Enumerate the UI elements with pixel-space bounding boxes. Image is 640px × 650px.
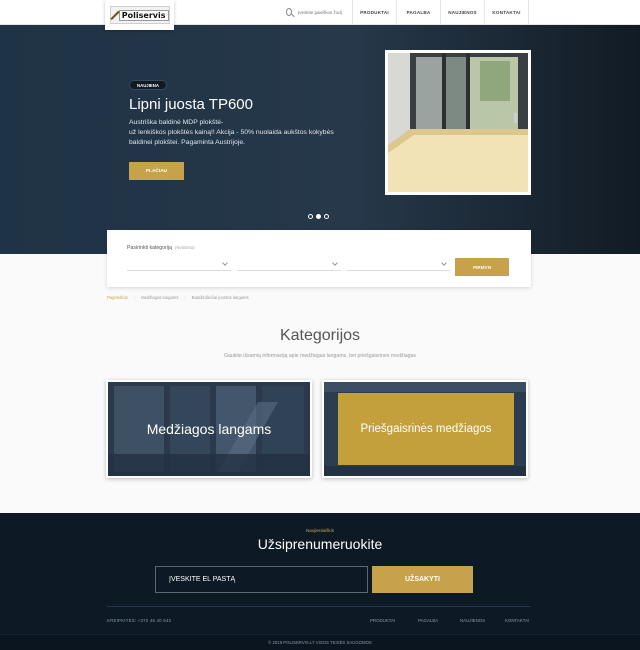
chevron-down-icon	[222, 260, 228, 266]
top-header: Poliservis PRODUKTAI PAGALBA NAUJIENOS K…	[0, 0, 640, 30]
footer-divider	[107, 606, 531, 607]
chevron-down-icon	[332, 260, 338, 266]
filter-label-note: (Nebūtina)	[174, 245, 195, 250]
subscribe-button[interactable]: UŽSAKYTI	[372, 566, 473, 593]
newsletter-title: Užsiprenumeruokite	[257, 536, 383, 552]
hero-title: Lipni juosta TP600	[129, 96, 253, 113]
footer-contact: KREIPKITĖS: +370 46 40 643	[107, 618, 172, 623]
breadcrumb-separator: ›	[184, 295, 186, 300]
window-photo	[388, 53, 528, 192]
nav-produktai[interactable]: PRODUKTAI	[352, 0, 396, 25]
category-select-3[interactable]	[346, 258, 450, 271]
main-nav: PRODUKTAI PAGALBA NAUJIENOS KONTAKTAI	[352, 0, 529, 25]
hero-window-image	[385, 50, 531, 195]
category-select-1[interactable]	[127, 258, 231, 271]
newsletter-eyebrow: Naujienlaiškis	[305, 528, 335, 533]
slider-dot-1[interactable]	[308, 214, 313, 219]
category-card-windows[interactable]: Medžiagos langams	[106, 380, 312, 478]
search-icon[interactable]	[286, 8, 292, 16]
logo-text: Poliservis	[118, 9, 169, 21]
card-image: Priešgaisrinės medžiagos	[324, 382, 526, 476]
logo-mark: Poliservis	[109, 6, 170, 24]
category-filter: Pasirinkti kategoriją (Nebūtina) PIRMYN	[107, 230, 531, 287]
breadcrumb-item[interactable]: Medžiagos langams	[141, 295, 178, 300]
footer: Naujienlaiškis Užsiprenumeruokite UŽSAKY…	[0, 513, 640, 634]
card-image: Medžiagos langams	[108, 382, 310, 476]
copyright-text: © 2019 POLISERVIS.LT VISOS TEISĖS SAUGOM…	[268, 640, 372, 645]
email-field[interactable]	[155, 566, 368, 593]
copyright-bar: © 2019 POLISERVIS.LT VISOS TEISĖS SAUGOM…	[0, 634, 640, 650]
footer-nav-kontaktai[interactable]: KONTAKTAI	[505, 618, 529, 623]
categories-subtitle: Gaukite išsamią informaciją apie medžiag…	[223, 353, 417, 359]
filter-label-text: Pasirinkti kategoriją	[127, 245, 172, 251]
search-bar	[286, 5, 346, 19]
breadcrumb-home[interactable]: Pagrindinis	[107, 295, 128, 300]
card-title: Medžiagos langams	[146, 421, 272, 437]
footer-nav-pagalba[interactable]: PAGALBA	[418, 618, 438, 623]
chevron-down-icon	[441, 260, 447, 266]
categories-title: Kategorijos	[279, 327, 361, 344]
card-title: Priešgaisrinės medžiagos	[338, 393, 514, 465]
breadcrumb: Pagrindinis › Medžiagos langams › Butaži…	[107, 295, 249, 300]
hero-description: Austriška baldinė MDP plokštė- už lenkiš…	[129, 119, 334, 146]
nav-naujienos[interactable]: NAUJIENOS	[440, 0, 484, 25]
nav-kontaktai[interactable]: KONTAKTAI	[484, 0, 529, 25]
search-input[interactable]	[298, 9, 346, 15]
filter-label: Pasirinkti kategoriją (Nebūtina)	[127, 245, 195, 251]
footer-nav-produktai[interactable]: PRODUKTAI	[370, 618, 395, 623]
hero-badge: NAUJIENA	[129, 80, 167, 90]
category-select-2[interactable]	[237, 258, 341, 271]
footer-nav-naujienos[interactable]: NAUJIENOS	[460, 618, 485, 623]
slider-dots	[308, 214, 329, 219]
slider-dot-2[interactable]	[316, 214, 321, 219]
page: Poliservis PRODUKTAI PAGALBA NAUJIENOS K…	[0, 0, 640, 650]
nav-pagalba[interactable]: PAGALBA	[396, 0, 440, 25]
slider-dot-3[interactable]	[324, 214, 329, 219]
logo[interactable]: Poliservis	[105, 0, 174, 30]
filter-submit-button[interactable]: PIRMYN	[455, 258, 509, 276]
breadcrumb-current: Butažiniliečiai juostos langams	[191, 295, 249, 300]
breadcrumb-separator: ›	[133, 295, 136, 300]
hero-more-button[interactable]: PLAČIAU	[129, 162, 184, 180]
category-card-fireproof[interactable]: Priešgaisrinės medžiagos	[322, 380, 528, 478]
